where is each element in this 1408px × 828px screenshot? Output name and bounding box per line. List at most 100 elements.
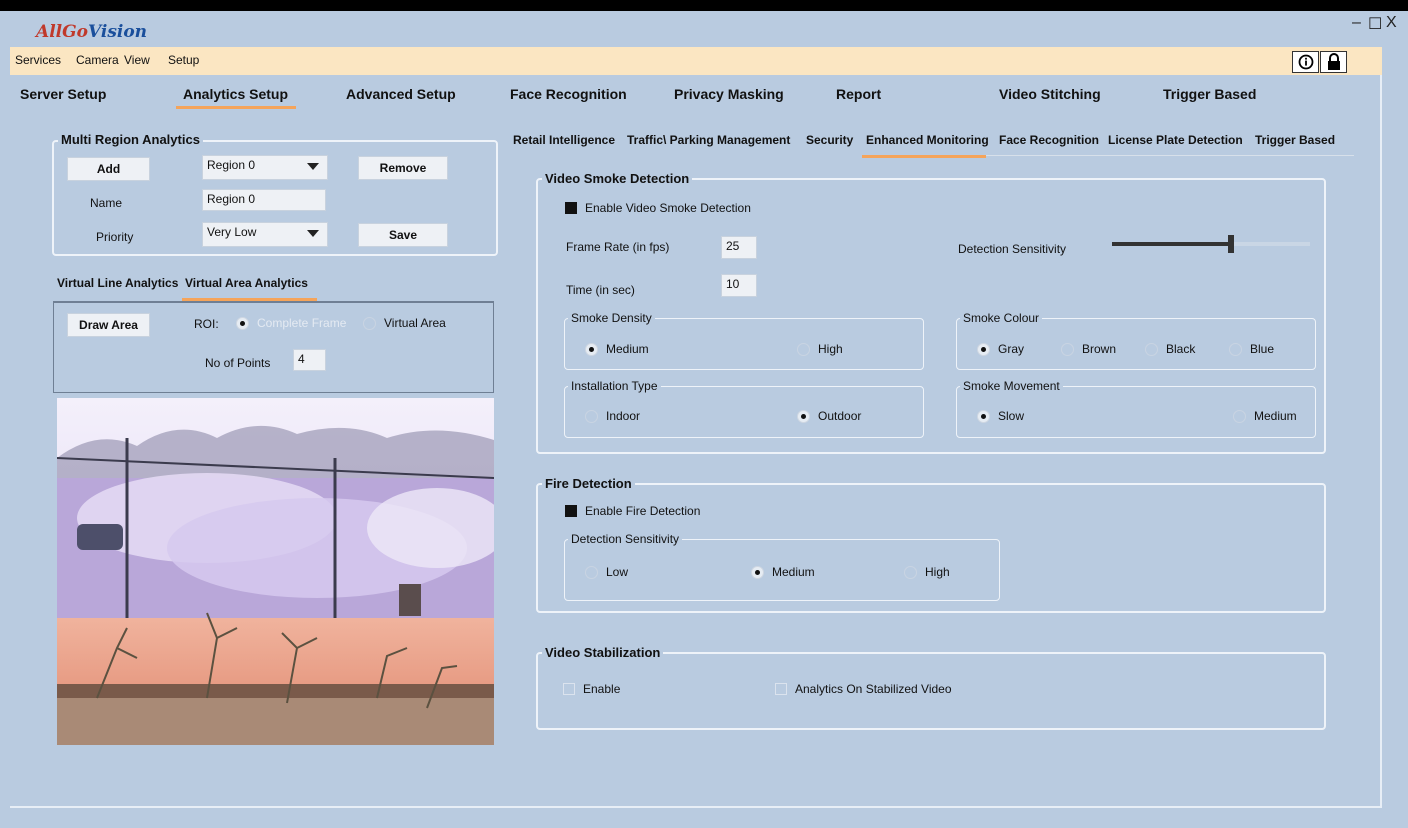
region-select[interactable]: Region 0 <box>202 155 328 180</box>
colour-black-radio[interactable]: Black <box>1145 342 1195 356</box>
sensitivity-slider-handle[interactable] <box>1228 235 1234 253</box>
title-bar <box>0 11 1408 47</box>
top-border <box>0 0 1408 11</box>
radio-icon <box>797 409 810 423</box>
menu-camera[interactable]: Camera <box>76 53 119 67</box>
enable-fire-checkbox[interactable]: Enable Fire Detection <box>565 504 700 518</box>
sensitivity-slider-fill <box>1112 242 1231 246</box>
name-label: Name <box>90 196 123 210</box>
tab-analytics-setup[interactable]: Analytics Setup <box>183 86 288 102</box>
camera-preview <box>56 398 507 745</box>
fire-sensitivity-title: Detection Sensitivity <box>568 532 683 546</box>
tab-virtual-area[interactable]: Virtual Area Analytics <box>185 276 308 290</box>
install-outdoor-radio[interactable]: Outdoor <box>797 409 861 423</box>
menu-setup[interactable]: Setup <box>168 53 199 67</box>
radio-icon <box>977 409 990 423</box>
multi-region-title: Multi Region Analytics <box>58 132 203 147</box>
radio-icon <box>363 316 376 330</box>
tab-video-stitching[interactable]: Video Stitching <box>999 86 1101 102</box>
draw-area-button[interactable]: Draw Area <box>67 313 150 337</box>
chevron-down-icon <box>307 230 319 237</box>
fire-detection-title: Fire Detection <box>542 476 635 491</box>
subtab-enhanced-monitoring[interactable]: Enhanced Monitoring <box>866 133 989 147</box>
analytics-stabilized-checkbox[interactable]: Analytics On Stabilized Video <box>775 682 952 696</box>
density-high-radio[interactable]: High <box>797 342 843 356</box>
subtab-security[interactable]: Security <box>806 133 853 147</box>
minimize-button[interactable]: – <box>1352 14 1361 32</box>
subtab-trigger-based[interactable]: Trigger Based <box>1255 133 1335 147</box>
video-stabilization-title: Video Stabilization <box>542 645 664 660</box>
tab-advanced-setup[interactable]: Advanced Setup <box>346 86 456 102</box>
smoke-colour-title: Smoke Colour <box>960 311 1043 325</box>
radio-icon <box>797 342 810 356</box>
colour-gray-radio[interactable]: Gray <box>977 342 1024 356</box>
colour-blue-radio[interactable]: Blue <box>1229 342 1274 356</box>
subtab-license-plate[interactable]: License Plate Detection <box>1108 133 1243 147</box>
time-label: Time (in sec) <box>566 283 635 297</box>
colour-brown-radio[interactable]: Brown <box>1061 342 1116 356</box>
active-tab-indicator <box>176 106 296 109</box>
close-button[interactable]: X <box>1386 14 1397 32</box>
smoke-movement-title: Smoke Movement <box>960 379 1063 393</box>
radio-icon <box>1233 409 1246 423</box>
radio-icon <box>751 565 764 579</box>
chevron-down-icon <box>307 163 319 170</box>
checkbox-icon <box>563 683 575 695</box>
time-field[interactable]: 10 <box>721 274 757 297</box>
density-medium-radio[interactable]: Medium <box>585 342 649 356</box>
lock-button[interactable] <box>1320 51 1347 73</box>
sensitivity-label: Detection Sensitivity <box>958 242 1067 256</box>
menu-bar <box>10 47 1382 75</box>
app-logo: AllGoVision <box>36 22 148 42</box>
enable-smoke-checkbox[interactable]: Enable Video Smoke Detection <box>565 201 751 215</box>
lock-icon <box>1327 53 1340 70</box>
tab-face-recognition[interactable]: Face Recognition <box>510 86 627 102</box>
menu-view[interactable]: View <box>124 53 150 67</box>
radio-icon <box>585 342 598 356</box>
roi-virtual-area[interactable]: Virtual Area <box>363 316 446 330</box>
subtab-retail[interactable]: Retail Intelligence <box>513 133 615 147</box>
movement-slow-radio[interactable]: Slow <box>977 409 1024 423</box>
subtab-face-recognition[interactable]: Face Recognition <box>999 133 1099 147</box>
installation-type-title: Installation Type <box>568 379 661 393</box>
roi-complete-frame[interactable]: Complete Frame <box>236 316 346 330</box>
smoke-density-title: Smoke Density <box>568 311 655 325</box>
points-field[interactable]: 4 <box>293 349 326 371</box>
frame-rate-field[interactable]: 25 <box>721 236 757 259</box>
radio-icon <box>585 409 598 423</box>
info-icon <box>1298 54 1313 70</box>
remove-button[interactable]: Remove <box>358 156 448 180</box>
save-button[interactable]: Save <box>358 223 448 247</box>
info-button[interactable] <box>1292 51 1319 73</box>
smoke-detection-title: Video Smoke Detection <box>542 171 693 186</box>
priority-select[interactable]: Very Low <box>202 222 328 247</box>
tab-server-setup[interactable]: Server Setup <box>20 86 106 102</box>
points-label: No of Points <box>205 356 271 370</box>
fire-medium-radio[interactable]: Medium <box>751 565 815 579</box>
radio-icon <box>977 342 990 356</box>
checkbox-icon <box>775 683 787 695</box>
install-indoor-radio[interactable]: Indoor <box>585 409 640 423</box>
priority-label: Priority <box>96 230 134 244</box>
radio-icon <box>904 565 917 579</box>
name-field[interactable]: Region 0 <box>202 189 326 211</box>
add-button[interactable]: Add <box>67 157 150 181</box>
fire-high-radio[interactable]: High <box>904 565 950 579</box>
active-subtab-indicator <box>862 155 986 158</box>
radio-icon <box>1229 342 1242 356</box>
menu-services[interactable]: Services <box>15 53 61 67</box>
fire-low-radio[interactable]: Low <box>585 565 628 579</box>
tab-privacy-masking[interactable]: Privacy Masking <box>674 86 784 102</box>
movement-medium-radio[interactable]: Medium <box>1233 409 1297 423</box>
tab-report[interactable]: Report <box>836 86 881 102</box>
tab-virtual-line[interactable]: Virtual Line Analytics <box>57 276 178 290</box>
radio-icon <box>1061 342 1074 356</box>
stabilization-enable-checkbox[interactable]: Enable <box>563 682 620 696</box>
checkbox-icon <box>565 202 577 214</box>
radio-icon <box>585 565 598 579</box>
maximize-button[interactable]: ☐ <box>1368 14 1382 34</box>
tab-trigger-based[interactable]: Trigger Based <box>1163 86 1256 102</box>
radio-icon <box>236 316 249 330</box>
radio-icon <box>1145 342 1158 356</box>
subtab-traffic[interactable]: Traffic\ Parking Management <box>627 133 790 147</box>
